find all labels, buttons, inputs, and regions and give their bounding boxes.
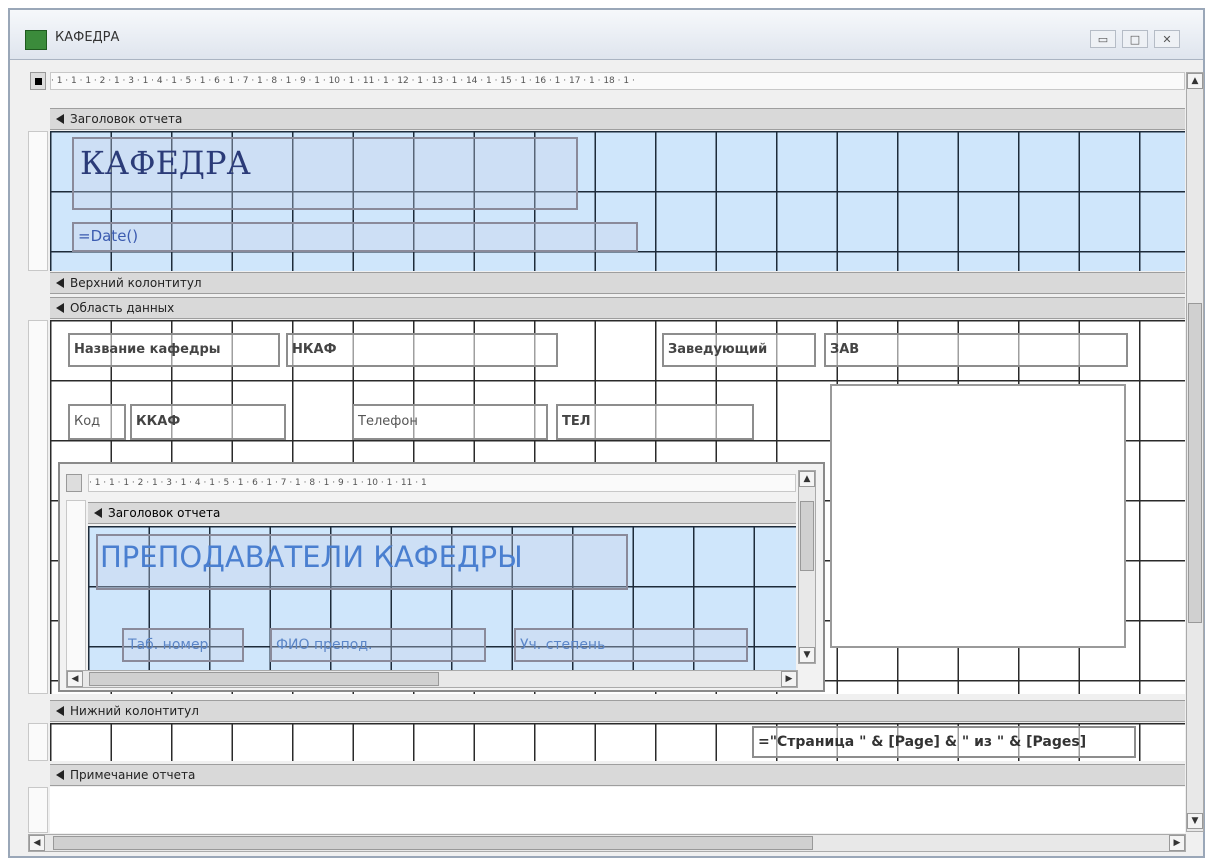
subreport-section-bar[interactable]: Заголовок отчета bbox=[88, 502, 796, 524]
subreport-teachers[interactable]: · 1 · 1 · 1 · 2 · 1 · 3 · 1 · 4 · 1 · 5 … bbox=[58, 462, 825, 692]
label-code[interactable]: Код bbox=[68, 404, 126, 440]
vertical-ruler-footer bbox=[28, 723, 48, 761]
report-title[interactable]: КАФЕДРА bbox=[80, 144, 251, 182]
image-frame[interactable] bbox=[830, 384, 1126, 648]
window-title: КАФЕДРА bbox=[55, 30, 120, 45]
section-bar-detail[interactable]: Область данных bbox=[50, 297, 1185, 319]
section-bar-page-header[interactable]: Верхний колонтитул bbox=[50, 272, 1185, 294]
field-phone[interactable]: ТЕЛ bbox=[556, 404, 754, 440]
main-horizontal-scrollbar[interactable]: ◀ ▶ bbox=[28, 834, 1186, 852]
subreport-vertical-scrollbar[interactable]: ▲ ▼ bbox=[798, 470, 816, 664]
field-code[interactable]: ККАФ bbox=[130, 404, 286, 440]
label-head[interactable]: Заведующий bbox=[662, 333, 816, 367]
scroll-up-icon[interactable]: ▲ bbox=[1187, 73, 1203, 89]
column-teacher-name[interactable]: ФИО препод. bbox=[270, 628, 486, 662]
section-arrow-icon bbox=[56, 303, 64, 313]
scroll-thumb[interactable] bbox=[1188, 303, 1202, 623]
section-arrow-icon bbox=[94, 508, 102, 518]
scroll-right-icon[interactable]: ▶ bbox=[1169, 835, 1185, 851]
window-titlebar[interactable] bbox=[10, 10, 1203, 60]
vertical-ruler-report-footer bbox=[28, 787, 48, 833]
subreport-ruler: · 1 · 1 · 1 · 2 · 1 · 3 · 1 · 4 · 1 · 5 … bbox=[88, 474, 796, 492]
section-arrow-icon bbox=[56, 706, 64, 716]
vertical-ruler-header bbox=[28, 131, 48, 271]
vertical-ruler-detail bbox=[28, 320, 48, 694]
report-footer-area[interactable] bbox=[50, 787, 1185, 833]
subreport-scroll-thumb[interactable] bbox=[800, 501, 814, 571]
section-bar-report-footer[interactable]: Примечание отчета bbox=[50, 764, 1185, 786]
section-arrow-icon bbox=[56, 278, 64, 288]
field-department-name[interactable]: НКАФ bbox=[286, 333, 558, 367]
label-department-name[interactable]: Название кафедры bbox=[68, 333, 280, 367]
close-button[interactable]: ✕ bbox=[1154, 30, 1180, 48]
maximize-button[interactable]: □ bbox=[1122, 30, 1148, 48]
date-field-box[interactable] bbox=[72, 222, 638, 252]
section-bar-report-header[interactable]: Заголовок отчета bbox=[50, 108, 1185, 130]
date-field[interactable]: =Date() bbox=[78, 227, 138, 245]
page-number-field[interactable]: ="Страница " & [Page] & " из " & [Pages] bbox=[752, 726, 1136, 758]
scroll-up-icon[interactable]: ▲ bbox=[799, 471, 815, 487]
report-selector[interactable] bbox=[30, 72, 46, 90]
scroll-left-icon[interactable]: ◀ bbox=[29, 835, 45, 851]
subreport-vertical-ruler bbox=[66, 500, 86, 676]
report-icon bbox=[25, 30, 47, 50]
section-arrow-icon bbox=[56, 770, 64, 780]
subreport-hscroll-thumb[interactable] bbox=[89, 672, 439, 686]
scroll-down-icon[interactable]: ▼ bbox=[799, 647, 815, 663]
horizontal-ruler: · 1 · 1 · 1 · 2 · 1 · 3 · 1 · 4 · 1 · 5 … bbox=[50, 72, 1185, 90]
field-head[interactable]: ЗАВ bbox=[824, 333, 1128, 367]
column-tab-number[interactable]: Таб. номер bbox=[122, 628, 244, 662]
minimize-button[interactable]: ▭ bbox=[1090, 30, 1116, 48]
main-vertical-scrollbar[interactable]: ▲ ▼ bbox=[1186, 72, 1204, 832]
scroll-right-icon[interactable]: ▶ bbox=[781, 671, 797, 687]
subreport-horizontal-scrollbar[interactable]: ◀ ▶ bbox=[66, 670, 798, 688]
column-degree[interactable]: Уч. степень bbox=[514, 628, 748, 662]
section-bar-page-footer[interactable]: Нижний колонтитул bbox=[50, 700, 1185, 722]
label-phone[interactable]: Телефон bbox=[352, 404, 548, 440]
scroll-down-icon[interactable]: ▼ bbox=[1187, 813, 1203, 829]
section-arrow-icon bbox=[56, 114, 64, 124]
scroll-left-icon[interactable]: ◀ bbox=[67, 671, 83, 687]
subreport-selector[interactable] bbox=[66, 474, 82, 492]
hscroll-thumb[interactable] bbox=[53, 836, 813, 850]
subreport-title[interactable]: ПРЕПОДАВАТЕЛИ КАФЕДРЫ bbox=[100, 540, 523, 574]
